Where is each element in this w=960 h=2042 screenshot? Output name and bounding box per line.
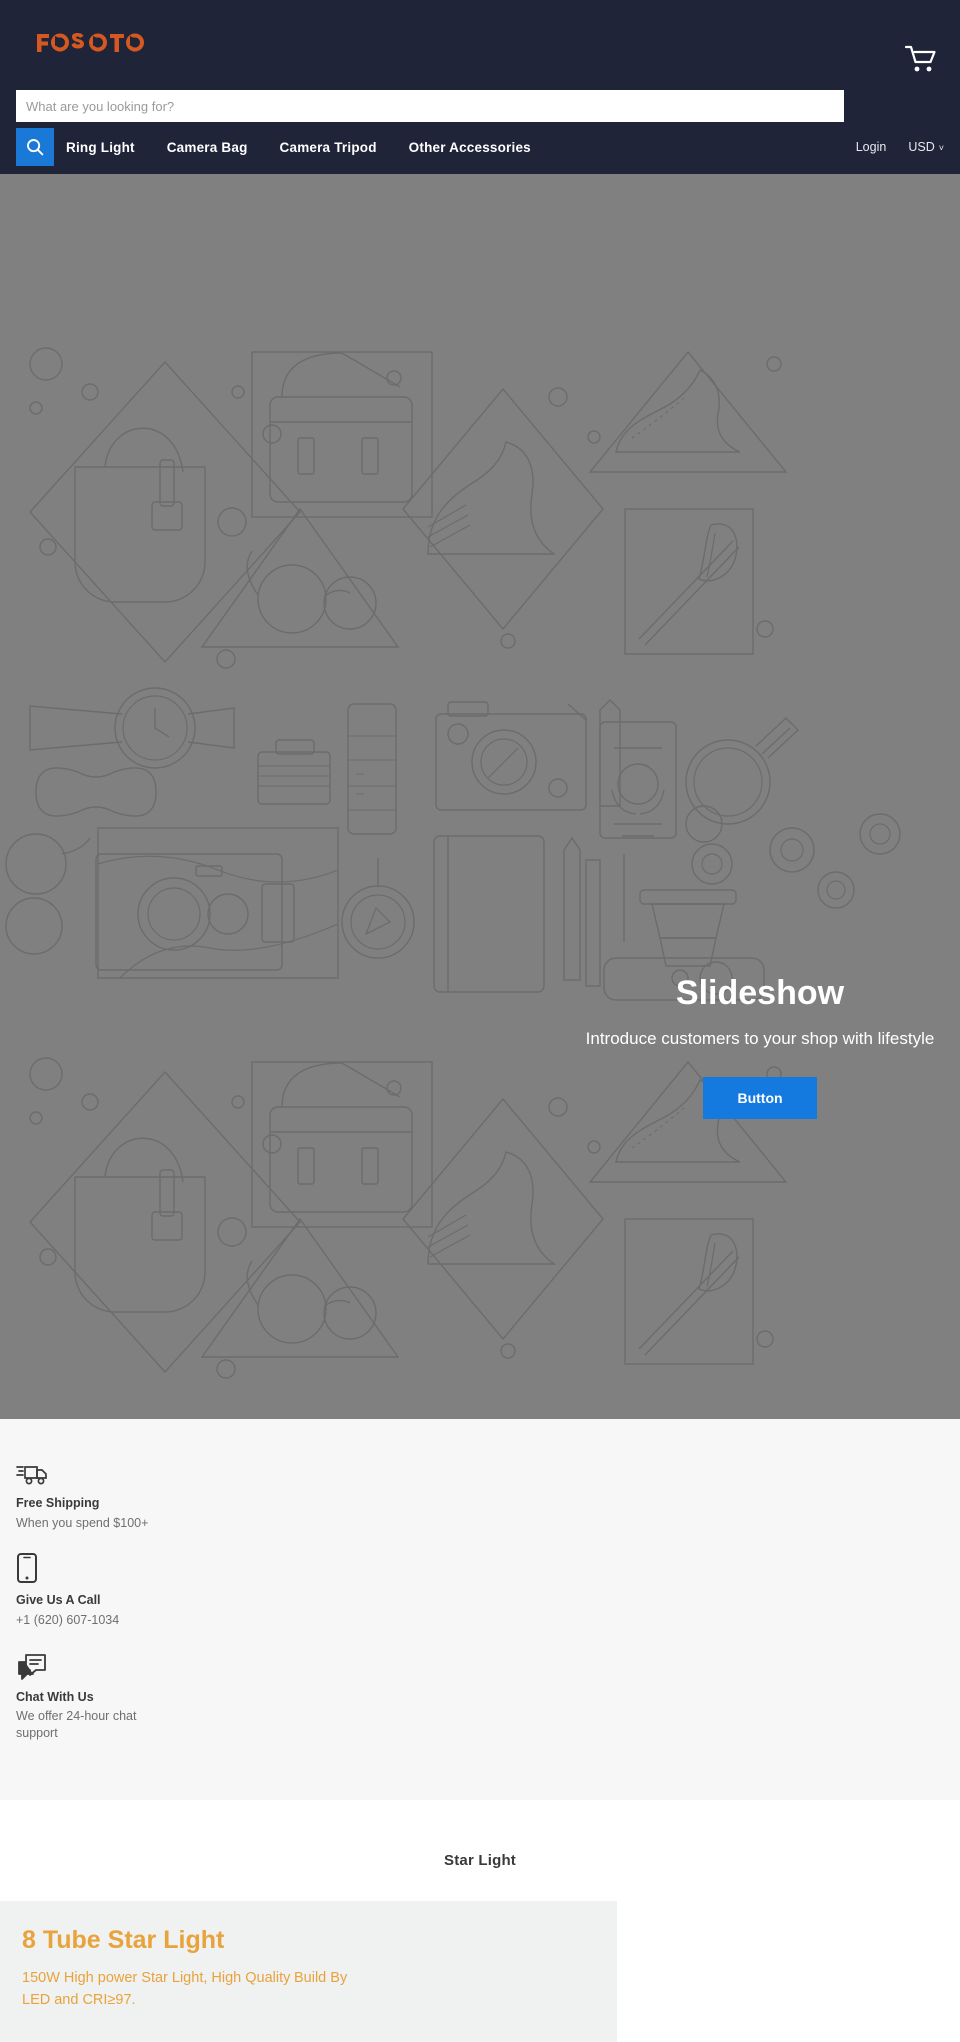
feature-text: We offer 24-hour chat support (16, 1709, 137, 1741)
promo-aside-label: Build By (294, 1969, 348, 1986)
nav-item-camera-bag[interactable]: Camera Bag (167, 140, 248, 155)
site-logo[interactable] (36, 30, 146, 56)
feature-chat-with-us: Chat With Us We offer 24-hour chat suppo… (0, 1647, 960, 1761)
nav-item-ring-light[interactable]: Ring Light (66, 140, 135, 155)
feature-free-shipping: Free Shipping When you spend $100+ (0, 1453, 960, 1550)
feature-give-us-a-call: Give Us A Call +1 (620) 607-1034 (0, 1550, 960, 1647)
feature-title: Free Shipping (16, 1496, 100, 1510)
nav-item-camera-tripod[interactable]: Camera Tripod (280, 140, 377, 155)
header-utility-links: Login USD ˅ (856, 128, 944, 166)
delivery-truck-icon (16, 1453, 944, 1487)
hero-text-block: Slideshow Introduce customers to your sh… (260, 974, 960, 1119)
promo-card[interactable]: 8 Tube Star Light 150W High power Star L… (0, 1901, 617, 2042)
collection-section: Star Light 8 Tube Star Light 150W High p… (0, 1800, 960, 2042)
currency-selector[interactable]: USD ˅ (908, 140, 944, 154)
hero-slideshow[interactable]: Slideshow Introduce customers to your sh… (0, 174, 960, 1419)
search-icon (26, 138, 44, 156)
collection-title: Star Light (444, 1852, 516, 1870)
promo-heading: 8 Tube Star Light (22, 1926, 225, 1955)
hero-cta-button[interactable]: Button (703, 1076, 817, 1119)
feature-text: When you spend $100+ (16, 1515, 149, 1530)
search-bar (16, 90, 844, 122)
main-navigation: Ring Light Camera Bag Camera Tripod Othe… (66, 128, 531, 166)
mobile-phone-icon (16, 1550, 944, 1584)
chevron-down-icon: ˅ (938, 142, 944, 153)
feature-title: Chat With Us (16, 1689, 94, 1704)
cart-button[interactable] (904, 44, 938, 74)
chat-bubble-icon (16, 1647, 944, 1681)
feature-text: +1 (620) 607-1034 (16, 1612, 120, 1627)
hero-placeholder-illustration (0, 174, 960, 1419)
search-input[interactable] (16, 90, 844, 122)
features-section: Free Shipping When you spend $100+ Give … (0, 1419, 960, 1801)
login-link[interactable]: Login (856, 140, 887, 154)
promo-description: 150W High power Star Light, High Quality… (22, 1969, 291, 2009)
shopping-cart-icon (904, 44, 938, 74)
currency-label: USD (908, 140, 935, 154)
hero-subtitle: Introduce customers to your shop with li… (585, 1029, 935, 1049)
header-inner: Ring Light Camera Bag Camera Tripod Othe… (0, 0, 960, 174)
promo-body: 150W High power Star Light, High Quality… (22, 1967, 595, 2012)
hero-title: Slideshow (675, 974, 845, 1012)
logo-wordmark-icon (36, 30, 146, 56)
feature-title: Give Us A Call (16, 1592, 101, 1607)
search-submit-button[interactable] (16, 128, 54, 166)
site-header: Ring Light Camera Bag Camera Tripod Othe… (0, 0, 960, 174)
nav-item-other-accessories[interactable]: Other Accessories (409, 140, 531, 155)
